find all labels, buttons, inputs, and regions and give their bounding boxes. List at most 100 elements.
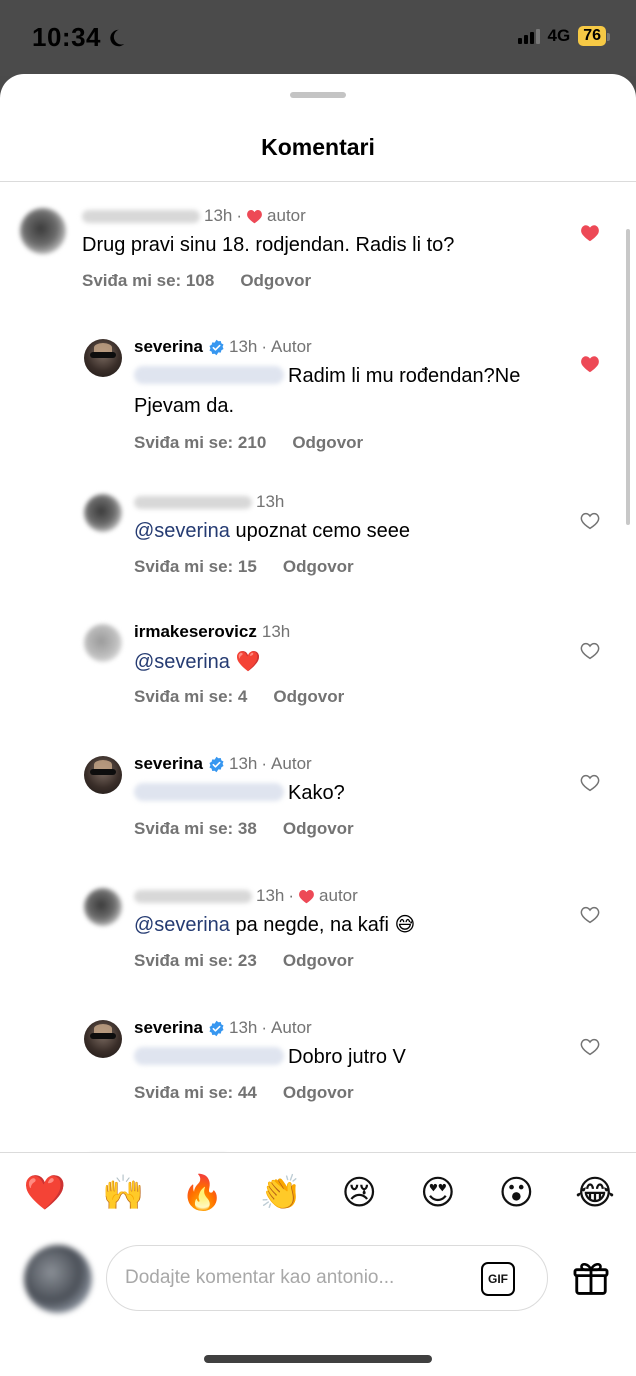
comment-body: Kako? <box>288 782 345 804</box>
like-count[interactable]: Sviđa mi se: 210 <box>134 433 266 453</box>
liked-heart-icon[interactable] <box>580 355 600 373</box>
comment-body: ❤️ <box>235 649 261 673</box>
comment-text: @severina ❤️ <box>134 646 260 677</box>
emoji-fire[interactable]: 🔥 <box>177 1171 227 1215</box>
emoji-clap[interactable]: 👏 <box>256 1171 306 1215</box>
current-user-avatar <box>24 1245 92 1313</box>
comments-list[interactable]: 13h · autor Drug pravi sinu 18. rodjenda… <box>0 182 636 1152</box>
comment-meta: severina 13h · Autor <box>134 754 312 774</box>
comment-meta: irmakeserovicz 13h <box>134 622 290 642</box>
comment-actions: Sviđa mi se: 108 Odgovor <box>82 271 311 291</box>
reply-item: severina 13h · Autor Radim li mu rođenda… <box>0 327 600 467</box>
avatar[interactable] <box>84 888 122 926</box>
like-count[interactable]: Sviđa mi se: 23 <box>134 951 257 971</box>
heart-icon <box>247 209 262 223</box>
mention-blurred[interactable] <box>134 783 284 801</box>
comment-time: 13h <box>229 337 258 356</box>
liked-heart-icon[interactable] <box>580 224 600 242</box>
scrollbar[interactable] <box>626 229 630 525</box>
comment-input[interactable] <box>125 1260 455 1296</box>
clock-text: 10:34 <box>32 22 101 52</box>
username-blurred[interactable] <box>82 209 200 223</box>
author-tag: autor <box>267 206 306 225</box>
comment-text: @severina upoznat cemo seee <box>134 516 410 546</box>
comment-time: 13h <box>256 886 285 905</box>
like-count[interactable]: Sviđa mi se: 4 <box>134 687 247 707</box>
like-count[interactable]: Sviđa mi se: 15 <box>134 557 257 577</box>
heart-outline-icon[interactable] <box>580 774 600 792</box>
comment-text: Radim li mu rođendan?Ne Pjevam da. <box>134 361 564 421</box>
gift-icon[interactable] <box>572 1259 610 1297</box>
username-blurred[interactable] <box>134 889 252 903</box>
author-tag: Autor <box>271 337 312 356</box>
reply-button[interactable]: Odgovor <box>240 271 311 291</box>
avatar[interactable] <box>84 494 122 532</box>
signal-icon <box>517 28 540 44</box>
reply-item: severina 13h · Autor Dobro jutro V Sviđa… <box>0 1008 600 1128</box>
comment-time: 13h <box>229 754 258 773</box>
battery-icon: 76 <box>578 26 610 46</box>
mention-link[interactable]: @severina <box>134 520 230 542</box>
emoji-laugh[interactable]: 😂 <box>570 1171 620 1215</box>
heart-outline-icon[interactable] <box>580 1038 600 1056</box>
mention-blurred[interactable] <box>134 1047 284 1065</box>
username[interactable]: severina <box>134 1018 203 1038</box>
avatar[interactable] <box>84 756 122 794</box>
comment-actions: Sviđa mi se: 210 Odgovor <box>134 433 363 453</box>
emoji-heart-eyes[interactable]: 😍 <box>413 1171 463 1215</box>
reply-button[interactable]: Odgovor <box>283 557 354 577</box>
mention-link[interactable]: @severina <box>134 651 230 673</box>
reply-button[interactable]: Odgovor <box>292 433 363 453</box>
network-type: 4G <box>547 26 571 45</box>
comment-item: 13h · autor Drug pravi sinu 18. rodjenda… <box>0 182 600 302</box>
comment-text: Drug pravi sinu 18. rodjendan. Radis li … <box>82 230 454 260</box>
avatar[interactable] <box>20 208 66 254</box>
comment-body: Drug pravi sinu 18. rodjendan. Radis li … <box>82 234 455 256</box>
heart-outline-icon[interactable] <box>580 642 600 660</box>
author-tag: Autor <box>271 1018 312 1037</box>
avatar[interactable] <box>84 339 122 377</box>
author-tag: autor <box>319 886 358 905</box>
reply-item: 13h · autor @severina pa negde, na kafi … <box>0 876 600 996</box>
emoji-cry[interactable]: 😢 <box>334 1171 384 1215</box>
verified-badge-icon <box>209 756 224 772</box>
gif-button[interactable]: GIF <box>481 1262 515 1296</box>
heart-outline-icon[interactable] <box>580 906 600 924</box>
comment-actions: Sviđa mi se: 38 Odgovor <box>134 819 354 839</box>
mention-link[interactable]: @severina <box>134 914 230 936</box>
composer-bar: ❤️ 🙌 🔥 👏 😢 😍 😮 😂 GIF <box>0 1152 636 1376</box>
avatar[interactable] <box>84 624 122 662</box>
comment-meta: severina 13h · Autor <box>134 1018 312 1038</box>
like-count[interactable]: Sviđa mi se: 108 <box>82 271 214 291</box>
comment-body: upoznat cemo seee <box>235 520 411 542</box>
mention-blurred[interactable] <box>134 366 284 384</box>
username-blurred[interactable] <box>134 495 252 509</box>
like-count[interactable]: Sviđa mi se: 38 <box>134 819 257 839</box>
comment-meta: 13h · autor <box>134 886 358 906</box>
comment-meta: severina 13h · Autor <box>134 337 312 357</box>
comment-input-box[interactable]: GIF <box>106 1245 548 1311</box>
sheet-grabber[interactable] <box>290 92 346 98</box>
verified-badge-icon <box>209 1020 224 1036</box>
status-time: 10:34 <box>32 22 127 53</box>
comment-body-line2: Pjevam da. <box>134 395 235 417</box>
reply-button[interactable]: Odgovor <box>283 819 354 839</box>
username[interactable]: severina <box>134 754 203 774</box>
moon-icon <box>110 29 125 46</box>
username[interactable]: severina <box>134 337 203 357</box>
reply-button[interactable]: Odgovor <box>283 951 354 971</box>
reply-button[interactable]: Odgovor <box>273 687 344 707</box>
comment-text: Dobro jutro V <box>134 1042 406 1072</box>
username[interactable]: irmakeserovicz <box>134 622 257 642</box>
reply-button[interactable]: Odgovor <box>283 1083 354 1103</box>
comment-actions: Sviđa mi se: 44 Odgovor <box>134 1083 354 1103</box>
emoji-raised-hands[interactable]: 🙌 <box>99 1171 149 1215</box>
author-tag: Autor <box>271 754 312 773</box>
heart-outline-icon[interactable] <box>580 512 600 530</box>
emoji-wow[interactable]: 😮 <box>491 1171 541 1215</box>
emoji-heart[interactable]: ❤️ <box>20 1171 70 1215</box>
comments-sheet: Komentari 13h · autor Drug pravi sinu 18… <box>0 74 636 1376</box>
like-count[interactable]: Sviđa mi se: 44 <box>134 1083 257 1103</box>
avatar[interactable] <box>84 1020 122 1058</box>
sheet-title: Komentari <box>261 134 375 160</box>
